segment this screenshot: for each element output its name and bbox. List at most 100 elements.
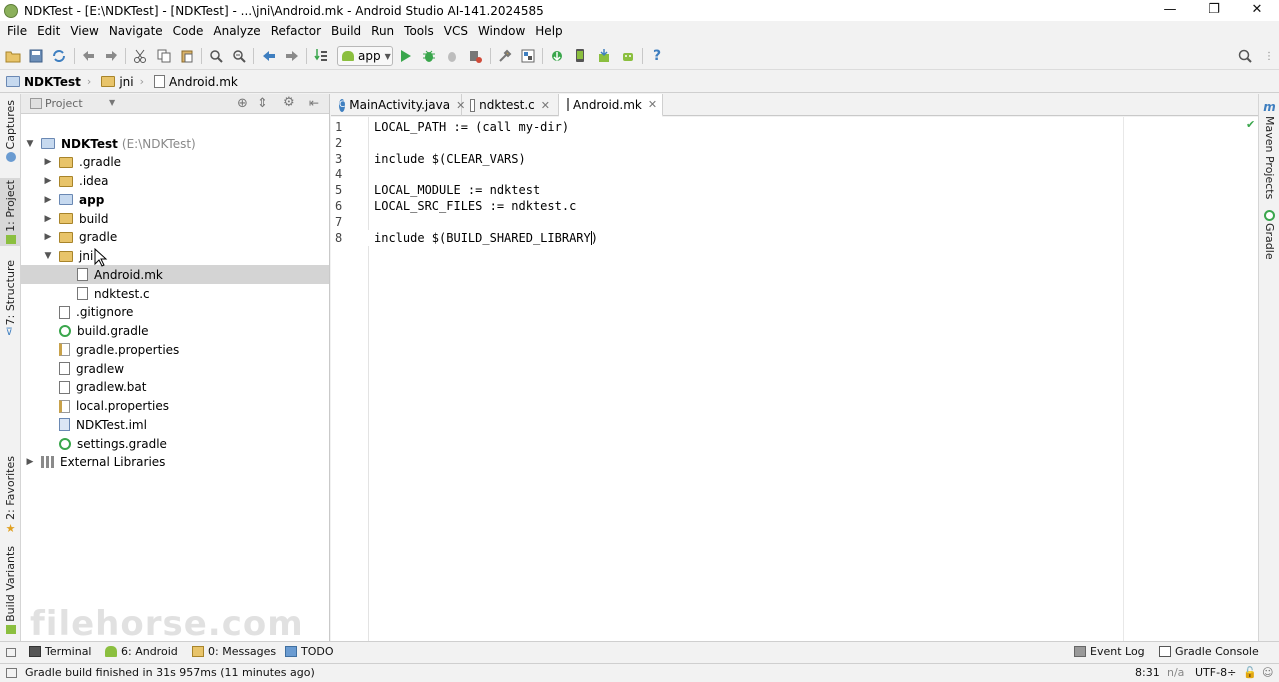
stop-icon[interactable]: [466, 47, 484, 65]
attach-debugger-icon[interactable]: [443, 47, 461, 65]
code-line[interactable]: LOCAL_SRC_FILES := ndktest.c: [374, 198, 576, 214]
expanded-arrow-icon[interactable]: ▼: [25, 139, 35, 149]
collapsed-arrow-icon[interactable]: ▶: [43, 176, 53, 186]
status-message[interactable]: Gradle build finished in 31s 957ms (11 m…: [25, 666, 315, 679]
make-project-icon[interactable]: [312, 47, 330, 65]
menu-analyze[interactable]: Analyze: [208, 21, 265, 42]
tree-item[interactable]: NDKTest.iml: [21, 415, 329, 434]
tool-tab-gradle[interactable]: Gradle: [1259, 210, 1279, 260]
tool-tab-captures[interactable]: Captures: [0, 100, 21, 163]
code-line[interactable]: LOCAL_PATH := (call my-dir): [374, 119, 569, 135]
find-icon[interactable]: [207, 47, 225, 65]
menu-vcs[interactable]: VCS: [439, 21, 473, 42]
menu-refactor[interactable]: Refactor: [266, 21, 326, 42]
tool-tab-project[interactable]: 1: Project: [0, 178, 21, 246]
menu-run[interactable]: Run: [366, 21, 399, 42]
collapsed-arrow-icon[interactable]: ▶: [25, 457, 35, 467]
settings-icon[interactable]: [496, 47, 514, 65]
tree-item[interactable]: ▶ gradle: [21, 228, 329, 247]
menu-code[interactable]: Code: [168, 21, 209, 42]
menu-file[interactable]: File: [2, 21, 32, 42]
menu-help[interactable]: Help: [530, 21, 567, 42]
tab-ndktest-c[interactable]: ndktest.c ✕: [462, 94, 559, 116]
tree-item[interactable]: ▶ build: [21, 209, 329, 228]
menu-navigate[interactable]: Navigate: [104, 21, 168, 42]
tree-item[interactable]: ▶ External Libraries: [21, 453, 329, 472]
tree-item[interactable]: .gitignore: [21, 303, 329, 322]
cut-icon[interactable]: [131, 47, 149, 65]
tree-item[interactable]: ▶ .gradle: [21, 153, 329, 172]
collapsed-arrow-icon[interactable]: ▶: [43, 195, 53, 205]
expanded-arrow-icon[interactable]: ▼: [43, 251, 53, 261]
tree-item[interactable]: gradlew.bat: [21, 378, 329, 397]
sync-icon[interactable]: [50, 47, 68, 65]
tool-tab-build-variants[interactable]: Build Variants: [0, 546, 21, 634]
tree-item[interactable]: ▼ jni: [21, 247, 329, 266]
open-folder-icon[interactable]: [4, 47, 22, 65]
tool-tab-android[interactable]: 6: Android: [105, 645, 178, 658]
run-icon[interactable]: [397, 47, 415, 65]
tool-tab-gradle-console[interactable]: Gradle Console: [1159, 645, 1259, 658]
tree-item[interactable]: ▶ app: [21, 190, 329, 209]
menu-tools[interactable]: Tools: [399, 21, 439, 42]
gear-icon[interactable]: ⚙: [283, 95, 295, 110]
avd-manager-icon[interactable]: [571, 47, 589, 65]
panel-toggle-icon[interactable]: [6, 648, 16, 657]
collapsed-arrow-icon[interactable]: ▶: [43, 214, 53, 224]
save-all-icon[interactable]: [27, 47, 45, 65]
paste-icon[interactable]: [178, 47, 196, 65]
minimize-button[interactable]: —: [1148, 0, 1192, 21]
tree-item[interactable]: settings.gradle: [21, 434, 329, 453]
tree-item[interactable]: Android.mk: [21, 265, 329, 285]
inspector-icon[interactable]: ☺: [1262, 666, 1273, 679]
tree-item[interactable]: ▼ NDKTest (E:\NDKTest): [21, 134, 329, 153]
menu-window[interactable]: Window: [473, 21, 530, 42]
code-line[interactable]: include $(BUILD_SHARED_LIBRARY): [374, 230, 598, 246]
tool-tab-event-log[interactable]: Event Log: [1074, 645, 1145, 658]
tab-android-mk[interactable]: Android.mk ✕: [559, 94, 663, 117]
tool-tab-messages[interactable]: 0: Messages: [192, 645, 276, 658]
menu-build[interactable]: Build: [326, 21, 366, 42]
tree-item[interactable]: gradle.properties: [21, 340, 329, 359]
tool-tab-maven-projects[interactable]: m Maven Projects: [1259, 100, 1279, 199]
menu-edit[interactable]: Edit: [32, 21, 65, 42]
status-toggle-icon[interactable]: [6, 668, 17, 678]
tree-item[interactable]: build.gradle: [21, 322, 329, 341]
help-icon[interactable]: ?: [648, 47, 666, 65]
tree-item[interactable]: local.properties: [21, 397, 329, 416]
tool-tab-todo[interactable]: TODO: [285, 645, 334, 658]
back-icon[interactable]: [260, 47, 278, 65]
close-button[interactable]: ✕: [1235, 0, 1279, 21]
tab-mainactivity-java[interactable]: C MainActivity.java ✕: [331, 94, 465, 116]
code-editor[interactable]: ✔ LOCAL_PATH := (call my-dir) include $(C…: [369, 117, 1258, 641]
close-tab-icon[interactable]: ✕: [648, 98, 657, 111]
menu-view[interactable]: View: [65, 21, 103, 42]
project-structure-icon[interactable]: [519, 47, 537, 65]
tree-item[interactable]: gradlew: [21, 359, 329, 378]
sync-gradle-icon[interactable]: [548, 47, 566, 65]
undo-icon[interactable]: [80, 47, 98, 65]
line-separator[interactable]: n/a: [1167, 666, 1184, 679]
caret-position[interactable]: 8:31: [1135, 666, 1160, 679]
tool-tab-terminal[interactable]: Terminal: [29, 645, 92, 658]
replace-icon[interactable]: [230, 47, 248, 65]
code-line[interactable]: LOCAL_MODULE := ndktest: [374, 182, 540, 198]
android-device-monitor-icon[interactable]: [619, 47, 637, 65]
tool-tab-structure[interactable]: 7: Structure ⊽: [0, 260, 21, 338]
breadcrumb-item-jni[interactable]: jni ›: [101, 75, 154, 89]
hide-panel-icon[interactable]: ⇤: [309, 96, 319, 110]
tree-item[interactable]: ndktest.c: [21, 284, 329, 303]
scroll-from-source-icon[interactable]: ⊕: [237, 96, 248, 111]
project-view-selector[interactable]: Project: [45, 97, 83, 110]
chevron-down-icon[interactable]: ▼: [109, 98, 115, 107]
collapse-all-icon[interactable]: ⇕: [257, 96, 268, 111]
collapsed-arrow-icon[interactable]: ▶: [43, 157, 53, 167]
toolbar-overflow-icon[interactable]: ⋮: [1260, 47, 1278, 65]
code-line[interactable]: include $(CLEAR_VARS): [374, 151, 526, 167]
tool-tab-favorites[interactable]: 2: Favorites ★: [0, 456, 21, 535]
debug-icon[interactable]: [420, 47, 438, 65]
search-everywhere-icon[interactable]: [1236, 47, 1254, 65]
breadcrumb-item-file[interactable]: Android.mk: [154, 75, 248, 89]
forward-icon[interactable]: [283, 47, 301, 65]
file-encoding[interactable]: UTF-8÷: [1195, 666, 1236, 679]
